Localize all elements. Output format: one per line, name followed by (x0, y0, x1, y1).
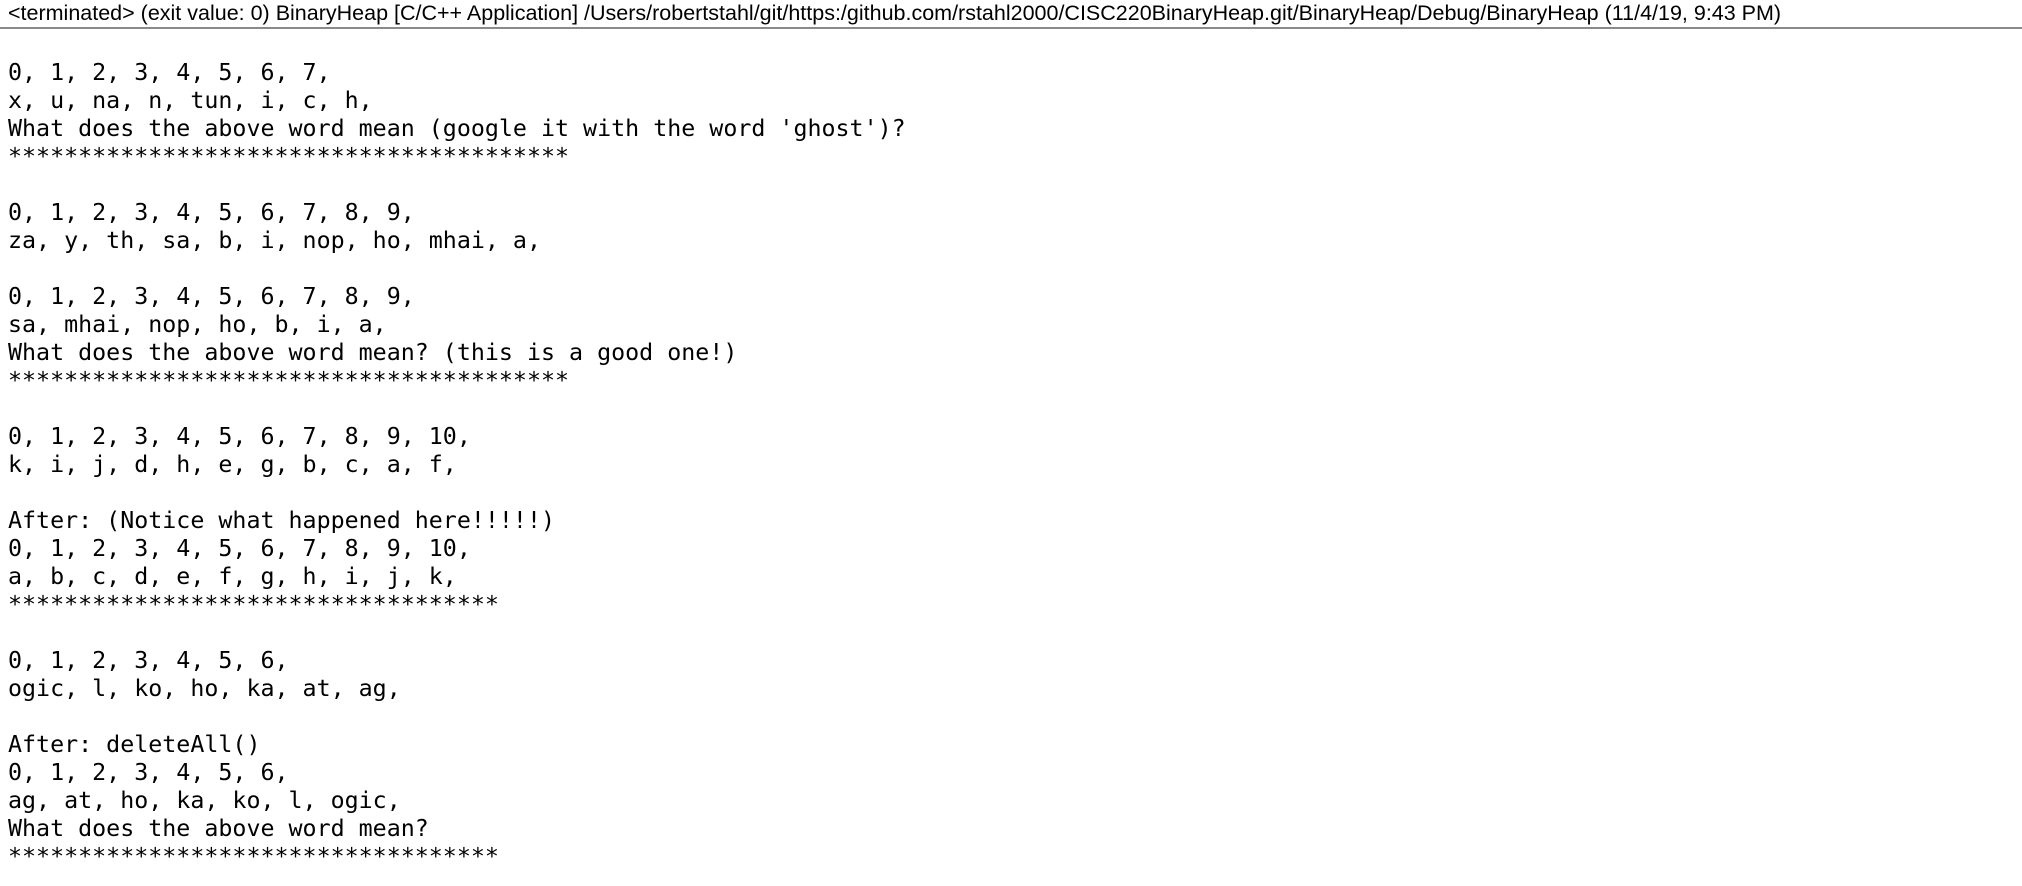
console-output-line: a, b, c, d, e, f, g, h, i, j, k, (8, 563, 457, 590)
console-output-line: 0, 1, 2, 3, 4, 5, 6, 7, 8, 9, (8, 283, 415, 310)
console-output-line: k, i, j, d, h, e, g, b, c, a, f, (8, 451, 457, 478)
console-status-header: <terminated> (exit value: 0) BinaryHeap … (0, 0, 2022, 29)
console-output-line: 0, 1, 2, 3, 4, 5, 6, (8, 647, 289, 674)
console-output-line: 0, 1, 2, 3, 4, 5, 6, (8, 759, 289, 786)
console-output-line: 0, 1, 2, 3, 4, 5, 6, 7, 8, 9, 10, (8, 535, 471, 562)
console-output-line: ogic, l, ko, ho, ka, at, ag, (8, 675, 401, 702)
console-view[interactable]: <terminated> (exit value: 0) BinaryHeap … (0, 0, 2022, 886)
console-output-line: *********************************** (8, 843, 499, 870)
console-output-line: After: deleteAll() (8, 731, 261, 758)
console-output-line: What does the above word mean (google it… (8, 115, 906, 142)
console-output-line: What does the above word mean? (this is … (8, 339, 738, 366)
console-output-line: x, u, na, n, tun, i, c, h, (8, 87, 373, 114)
console-output-line: za, y, th, sa, b, i, nop, ho, mhai, a, (8, 227, 541, 254)
console-output[interactable]: 0, 1, 2, 3, 4, 5, 6, 7, x, u, na, n, tun,… (0, 29, 2022, 871)
console-output-line: 0, 1, 2, 3, 4, 5, 6, 7, (8, 59, 331, 86)
console-output-line: sa, mhai, nop, ho, b, i, a, (8, 311, 387, 338)
console-output-line: What does the above word mean? (8, 815, 429, 842)
console-output-line: ag, at, ho, ka, ko, l, ogic, (8, 787, 401, 814)
console-output-line: 0, 1, 2, 3, 4, 5, 6, 7, 8, 9, (8, 199, 415, 226)
console-output-line: 0, 1, 2, 3, 4, 5, 6, 7, 8, 9, 10, (8, 423, 471, 450)
console-output-line: After: (Notice what happened here!!!!!) (8, 507, 556, 534)
console-output-line: **************************************** (8, 367, 570, 394)
console-output-line: *********************************** (8, 591, 499, 618)
console-output-line: **************************************** (8, 143, 570, 170)
